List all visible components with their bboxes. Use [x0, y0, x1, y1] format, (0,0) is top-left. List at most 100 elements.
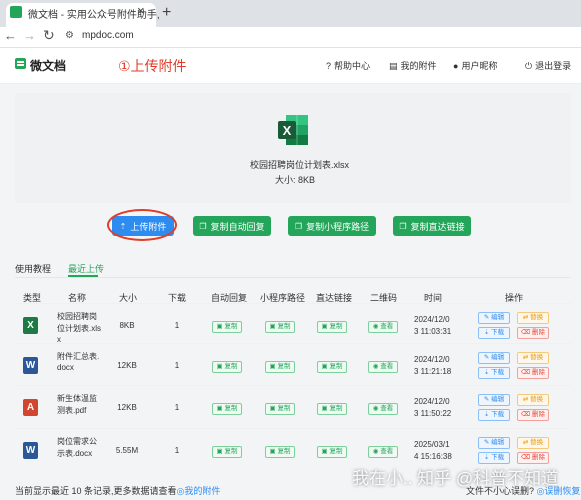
download-count: 1: [174, 321, 180, 330]
download-button[interactable]: ⇣ 下载: [478, 327, 510, 339]
document-icon: ▤: [389, 61, 398, 71]
upload-time-line: 4 15:16:38: [414, 452, 452, 461]
recover-deleted-link[interactable]: ◎误删恢复: [537, 486, 581, 496]
pdf-file-icon: A: [23, 399, 38, 416]
user-nickname-link[interactable]: ● 用户昵称: [453, 59, 497, 72]
url-text[interactable]: mpdoc.com: [82, 30, 134, 41]
file-name-line: 新生体温监: [57, 394, 97, 403]
copy-reply-mini-button[interactable]: ▣ 复制: [212, 446, 242, 458]
edit-button[interactable]: ✎ 编辑: [478, 352, 510, 364]
delete-button[interactable]: ⌫ 删除: [517, 409, 549, 421]
copy-path-mini-button[interactable]: ▣ 复制: [265, 403, 295, 415]
help-center-link[interactable]: ? 帮助中心: [326, 59, 370, 72]
row-divider: [15, 428, 571, 429]
excel-file-icon: X: [23, 317, 38, 334]
file-name-line: 附件汇总表.: [57, 352, 100, 361]
svg-text:X: X: [283, 123, 292, 138]
delete-button[interactable]: ⌫ 删除: [517, 452, 549, 464]
my-attachments-footer-link[interactable]: ◎我的附件: [177, 486, 221, 496]
user-icon: ●: [453, 61, 459, 71]
recovery-note: 文件不小心误删? ◎误删恢复: [466, 486, 581, 496]
row-divider: [15, 343, 571, 344]
replace-button[interactable]: ⇄ 替换: [517, 437, 549, 449]
logo-icon: [15, 58, 26, 69]
tab-tutorial[interactable]: 使用教程: [15, 262, 51, 275]
view-qrcode-mini-button[interactable]: ◉ 查看: [368, 321, 398, 333]
site-info-icon[interactable]: ⚙: [65, 30, 74, 41]
copy-link-mini-button[interactable]: ▣ 复制: [317, 403, 347, 415]
edit-button[interactable]: ✎ 编辑: [478, 394, 510, 406]
tabs-divider: [15, 277, 571, 278]
copy-icon: ❐: [399, 221, 407, 231]
copy-path-mini-button[interactable]: ▣ 复制: [265, 361, 295, 373]
tab-favicon-icon: [10, 6, 22, 18]
upload-time-line: 2024/12/0: [414, 397, 450, 406]
copy-link-mini-button[interactable]: ▣ 复制: [317, 361, 347, 373]
replace-button[interactable]: ⇄ 替换: [517, 352, 549, 364]
file-size: 12KB: [117, 403, 137, 412]
reload-button[interactable]: ↻: [43, 27, 55, 44]
copy-path-mini-button[interactable]: ▣ 复制: [265, 321, 295, 333]
download-button[interactable]: ⇣ 下载: [478, 452, 510, 464]
copy-direct-link-button[interactable]: ❐ 复制直达链接: [393, 216, 471, 236]
copy-link-mini-button[interactable]: ▣ 复制: [317, 321, 347, 333]
tab-recent[interactable]: 最近上传: [68, 262, 104, 275]
row-divider: [15, 385, 571, 386]
upload-time-line: 3 11:50:22: [414, 409, 452, 418]
tab-close-icon[interactable]: ×: [137, 3, 145, 18]
excel-file-icon: X: [278, 115, 308, 145]
active-tab-indicator: [68, 275, 98, 277]
download-button[interactable]: ⇣ 下载: [478, 367, 510, 379]
file-name-line: 岗位需求公: [57, 437, 97, 446]
replace-button[interactable]: ⇄ 替换: [517, 394, 549, 406]
file-preview-panel: [15, 93, 571, 203]
upload-time-line: 2025/03/1: [414, 440, 450, 449]
copy-link-mini-button[interactable]: ▣ 复制: [317, 446, 347, 458]
view-qrcode-mini-button[interactable]: ◉ 查看: [368, 403, 398, 415]
download-count: 1: [174, 403, 180, 412]
help-circle-icon: ?: [326, 61, 332, 71]
preview-file-name: 校园招聘岗位计划表.xlsx: [250, 160, 350, 170]
word-file-icon: W: [23, 442, 38, 459]
footer-note: 当前显示最近 10 条记录,更多数据请查看◎我的附件: [15, 486, 221, 496]
copy-auto-reply-button[interactable]: ❐ 复制自动回复: [193, 216, 271, 236]
highlight-circle: [107, 209, 177, 241]
download-count: 1: [174, 361, 180, 370]
delete-button[interactable]: ⌫ 删除: [517, 327, 549, 339]
preview-file-size: 大小: 8KB: [275, 175, 316, 185]
file-size: 12KB: [117, 361, 137, 370]
row-divider: [15, 303, 571, 304]
download-button[interactable]: ⇣ 下载: [478, 409, 510, 421]
file-size: 5.55M: [115, 446, 139, 455]
power-icon: ⏻: [525, 61, 533, 71]
replace-button[interactable]: ⇄ 替换: [517, 312, 549, 324]
view-qrcode-mini-button[interactable]: ◉ 查看: [368, 361, 398, 373]
edit-button[interactable]: ✎ 编辑: [478, 312, 510, 324]
copy-path-mini-button[interactable]: ▣ 复制: [265, 446, 295, 458]
upload-time-line: 2024/12/0: [414, 315, 450, 324]
view-qrcode-mini-button[interactable]: ◉ 查看: [368, 446, 398, 458]
file-size: 8KB: [119, 321, 135, 330]
copy-reply-mini-button[interactable]: ▣ 复制: [212, 361, 242, 373]
copy-icon: ❐: [199, 221, 207, 231]
step-annotation: ①上传附件: [118, 58, 187, 74]
file-name-line: 示表.docx: [57, 449, 93, 458]
file-name-line: 校园招聘岗: [57, 312, 97, 321]
logo-text[interactable]: 微文档: [30, 57, 66, 74]
delete-button[interactable]: ⌫ 删除: [517, 367, 549, 379]
copy-icon: ❐: [294, 221, 303, 231]
back-button[interactable]: ←: [4, 28, 17, 43]
my-attachments-link[interactable]: ▤ 我的附件: [389, 59, 437, 72]
edit-button[interactable]: ✎ 编辑: [478, 437, 510, 449]
logout-link[interactable]: ⏻ 退出登录: [525, 59, 571, 72]
forward-button[interactable]: →: [23, 28, 36, 43]
upload-time-line: 3 11:03:31: [414, 327, 452, 336]
copy-reply-mini-button[interactable]: ▣ 复制: [212, 321, 242, 333]
new-tab-button[interactable]: +: [162, 4, 171, 22]
copy-mini-program-button[interactable]: ❐ 复制小程序路径: [288, 216, 376, 236]
file-name-line: 测表.pdf: [57, 406, 87, 415]
copy-reply-mini-button[interactable]: ▣ 复制: [212, 403, 242, 415]
file-name-line: 位计划表.xls: [57, 324, 101, 333]
word-file-icon: W: [23, 357, 38, 374]
download-count: 1: [174, 446, 180, 455]
